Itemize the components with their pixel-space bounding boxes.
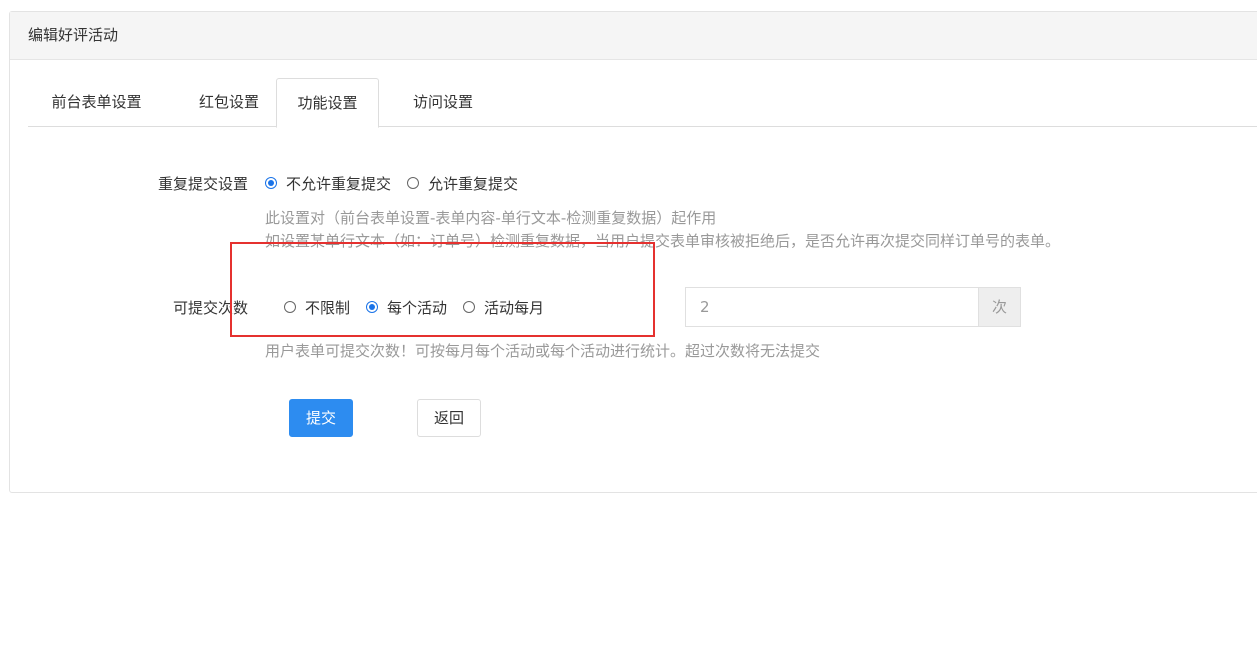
repeat-submit-help-2: 如设置某单行文本（如：订单号）检测重复数据，当用户提交表单审核被拒绝后，是否允许…	[265, 232, 1061, 250]
radio-disallow-repeat[interactable]: 不允许重复提交	[265, 173, 391, 194]
tab-red-packet[interactable]: 红包设置	[176, 78, 282, 126]
submit-count-label: 可提交次数	[172, 299, 248, 317]
submit-count-unit: 次	[978, 287, 1021, 327]
radio-label: 不限制	[305, 298, 351, 317]
submit-count-radio-group: 不限制 每个活动 活动每月	[284, 297, 560, 317]
settings-tabs: 前台表单设置 红包设置 功能设置 访问设置	[28, 78, 1257, 128]
radio-activity-monthly[interactable]: 活动每月	[463, 297, 544, 318]
radio-unchecked-icon	[463, 301, 476, 313]
tab-frontend-form[interactable]: 前台表单设置	[28, 78, 165, 126]
submit-count-help: 用户表单可提交次数！可按每月每个活动或每个活动进行统计。超过次数将无法提交	[265, 342, 821, 360]
radio-per-activity[interactable]: 每个活动	[366, 297, 447, 318]
radio-checked-icon	[366, 301, 379, 313]
tab-function-settings[interactable]: 功能设置	[276, 78, 379, 128]
repeat-submit-radio-group: 不允许重复提交 允许重复提交	[265, 173, 534, 193]
radio-unlimited[interactable]: 不限制	[284, 297, 350, 318]
radio-allow-repeat[interactable]: 允许重复提交	[407, 173, 518, 194]
radio-label: 不允许重复提交	[286, 174, 392, 193]
radio-checked-icon	[265, 177, 277, 189]
submit-button[interactable]: 提交	[289, 399, 353, 437]
panel-title: 编辑好评活动	[10, 12, 1257, 60]
back-button[interactable]: 返回	[417, 399, 481, 437]
radio-label: 活动每月	[484, 298, 545, 317]
radio-unchecked-icon	[284, 301, 296, 313]
submit-count-input[interactable]: 2	[685, 287, 978, 327]
radio-label: 允许重复提交	[428, 174, 519, 193]
repeat-submit-label: 重复提交设置	[157, 175, 248, 193]
repeat-submit-help-1: 此设置对（前台表单设置-表单内容-单行文本-检测重复数据）起作用	[265, 209, 717, 227]
radio-label: 每个活动	[387, 298, 448, 317]
submit-count-input-group: 2 次	[685, 287, 1021, 327]
radio-unchecked-icon	[407, 177, 420, 189]
tab-access-settings[interactable]: 访问设置	[390, 78, 496, 126]
